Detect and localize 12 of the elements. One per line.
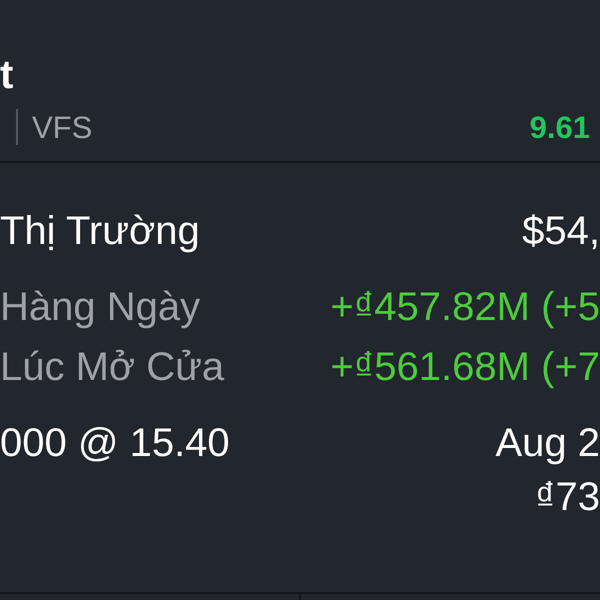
row-label: Lúc Mở Cửa <box>0 347 224 387</box>
stock-title: t <box>0 55 14 95</box>
row-value: +₫457.82M (+5 <box>330 287 600 327</box>
amount-value: ₫73 <box>534 477 600 517</box>
ticker-symbol: VFS <box>32 112 92 142</box>
row-value: $54, <box>522 211 600 251</box>
row-label: Thị Trường <box>0 211 200 251</box>
row-label: 000 @ 15.40 <box>0 423 230 463</box>
row-value: +₫561.68M (+7 <box>330 347 600 387</box>
price-value: 9.61 <box>530 112 590 142</box>
row-label: Hàng Ngày <box>0 287 200 327</box>
row-value: Aug 2 <box>495 423 600 463</box>
